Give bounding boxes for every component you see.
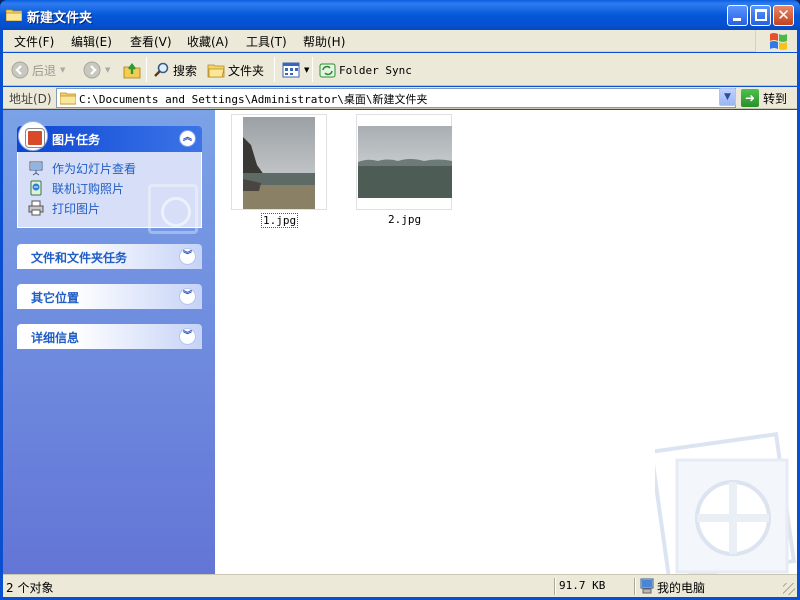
picture-folder-watermark-icon xyxy=(655,432,797,574)
status-bar: 2 个对象 91.7 KB 我的电脑 xyxy=(3,574,797,597)
chevron-down-icon: ▼ xyxy=(724,92,731,102)
back-arrow-icon xyxy=(11,61,29,79)
order-prints-icon xyxy=(30,180,42,196)
chevron-down-icon[interactable]: ▼ xyxy=(105,66,110,74)
status-object-count: 2 个对象 xyxy=(6,581,54,595)
close-icon: ✕ xyxy=(777,6,790,24)
views-icon xyxy=(282,62,300,78)
up-folder-icon xyxy=(123,63,141,79)
picture-watermark-icon xyxy=(148,184,198,234)
status-separator xyxy=(634,578,636,595)
details-header[interactable]: 详细信息 ︾ xyxy=(17,324,202,349)
file-tasks-panel: 文件和文件夹任务 ︾ xyxy=(17,244,202,269)
file-name[interactable]: 2.jpg xyxy=(388,213,421,226)
file-name[interactable]: 1.jpg xyxy=(261,213,299,228)
printer-icon xyxy=(28,200,44,216)
forward-button[interactable]: ▼ xyxy=(83,59,110,81)
toolbar: 后退 ▼ ▼ 搜索 文件夹 ▼ Folder Sync xyxy=(3,53,797,86)
task-slideshow-label: 作为幻灯片查看 xyxy=(52,161,137,176)
close-button[interactable]: ✕ xyxy=(773,5,794,26)
forward-arrow-icon xyxy=(83,61,101,79)
search-label: 搜索 xyxy=(173,63,198,78)
window-title: 新建文件夹 xyxy=(27,11,93,26)
menu-tools[interactable]: 工具(T) xyxy=(246,33,287,50)
chevron-down-icon[interactable]: ▼ xyxy=(60,66,65,74)
computer-icon xyxy=(640,578,654,594)
photo-coast-icon xyxy=(243,117,315,209)
address-dropdown-button[interactable]: ▼ xyxy=(719,88,736,106)
folders-button[interactable]: 文件夹 xyxy=(207,59,264,81)
menu-favorites[interactable]: 收藏(A) xyxy=(187,33,229,50)
picture-tasks-header[interactable]: 图片任务 ︽ xyxy=(17,121,202,152)
picture-tasks-body: 作为幻灯片查看 联机订购照片 打印图片 xyxy=(17,152,202,234)
search-button[interactable]: 搜索 xyxy=(153,59,197,81)
menu-bar: 文件(F) 编辑(E) 查看(V) 收藏(A) 工具(T) 帮助(H) xyxy=(3,30,797,52)
maximize-icon xyxy=(755,9,767,21)
maximize-button[interactable] xyxy=(750,5,771,26)
folder-sync-button[interactable]: Folder Sync xyxy=(319,59,412,81)
folder-sync-icon xyxy=(319,63,336,77)
address-bar: 地址(D) C:\Documents and Settings\Administ… xyxy=(3,87,797,109)
address-label: 地址(D) xyxy=(9,92,52,106)
folder-icon xyxy=(6,9,22,21)
go-label: 转到 xyxy=(763,91,788,106)
go-button[interactable]: ➜ 转到 xyxy=(741,88,787,108)
file-view[interactable]: 1.jpg 2.jpg xyxy=(215,110,797,574)
resize-grip-icon[interactable] xyxy=(783,583,795,595)
views-button[interactable]: ▼ xyxy=(282,59,309,81)
other-places-header[interactable]: 其它位置 ︾ xyxy=(17,284,202,309)
toolbar-separator xyxy=(312,57,313,82)
status-separator xyxy=(554,578,556,595)
slideshow-icon xyxy=(29,161,43,176)
status-size: 91.7 KB xyxy=(559,579,606,592)
picture-tasks-title: 图片任务 xyxy=(52,133,101,147)
file-tasks-title: 文件和文件夹任务 xyxy=(31,251,128,265)
details-panel: 详细信息 ︾ xyxy=(17,324,202,349)
minimize-button[interactable] xyxy=(727,5,748,26)
picture-tasks-icon xyxy=(18,121,48,151)
menu-help[interactable]: 帮助(H) xyxy=(303,33,345,50)
folder-sync-label: Folder Sync xyxy=(339,63,412,77)
expand-icon[interactable]: ︾ xyxy=(179,288,196,305)
go-arrow-icon: ➜ xyxy=(741,89,759,107)
chevron-down-icon[interactable]: ▼ xyxy=(304,66,309,74)
menu-edit[interactable]: 编辑(E) xyxy=(71,33,112,50)
task-pane: 图片任务 ︽ 作为幻灯片查看 联机订购照片 打印图片 文件和文件夹任务 ︾ 其它… xyxy=(3,110,215,574)
title-bar[interactable]: 新建文件夹 ✕ xyxy=(0,0,800,30)
collapse-icon[interactable]: ︽ xyxy=(179,130,196,147)
expand-icon[interactable]: ︾ xyxy=(179,248,196,265)
other-places-panel: 其它位置 ︾ xyxy=(17,284,202,309)
folder-icon xyxy=(60,92,76,105)
back-button[interactable]: 后退 ▼ xyxy=(11,59,65,81)
folder-icon xyxy=(207,64,225,78)
address-path: C:\Documents and Settings\Administrator\… xyxy=(79,93,428,106)
details-title: 详细信息 xyxy=(31,331,80,345)
folders-label: 文件夹 xyxy=(228,63,265,78)
status-location: 我的电脑 xyxy=(657,581,706,595)
task-order-prints-label: 联机订购照片 xyxy=(52,181,125,196)
windows-logo-icon xyxy=(755,30,797,52)
task-print-pictures-label: 打印图片 xyxy=(52,201,101,216)
minimize-icon xyxy=(733,18,741,21)
search-icon xyxy=(154,62,169,77)
file-thumbnail[interactable] xyxy=(356,114,452,210)
task-slideshow[interactable]: 作为幻灯片查看 xyxy=(28,158,201,178)
address-input[interactable]: C:\Documents and Settings\Administrator\… xyxy=(56,88,736,108)
file-tasks-header[interactable]: 文件和文件夹任务 ︾ xyxy=(17,244,202,269)
toolbar-separator xyxy=(146,57,147,82)
menu-view[interactable]: 查看(V) xyxy=(130,33,172,50)
file-thumbnail[interactable] xyxy=(231,114,327,210)
expand-icon[interactable]: ︾ xyxy=(179,328,196,345)
toolbar-separator xyxy=(274,57,275,82)
other-places-title: 其它位置 xyxy=(31,291,80,305)
menu-file[interactable]: 文件(F) xyxy=(14,33,54,50)
back-label: 后退 xyxy=(32,63,57,78)
up-folder-button[interactable] xyxy=(123,59,141,81)
photo-sea-icon xyxy=(358,126,452,198)
picture-tasks-panel: 图片任务 ︽ 作为幻灯片查看 联机订购照片 打印图片 xyxy=(17,121,202,234)
